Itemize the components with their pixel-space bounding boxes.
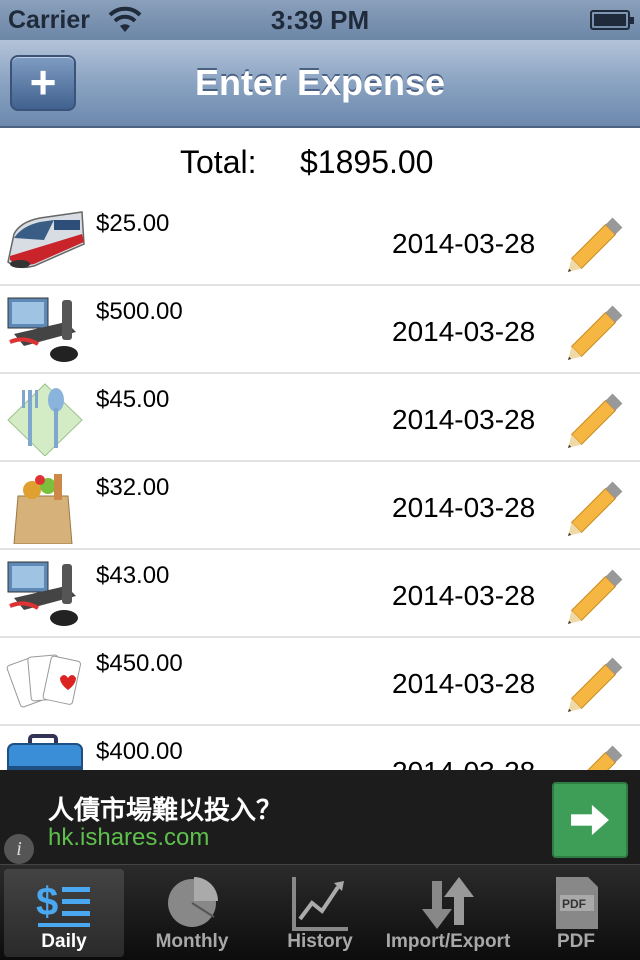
pencil-edit-icon[interactable]: [560, 558, 634, 632]
expense-date: 2014-03-28: [392, 404, 536, 435]
ad-headline[interactable]: 人債市場難以投入？: [48, 790, 282, 827]
pencil-edit-icon[interactable]: [560, 382, 634, 456]
tab-label: Monthly: [155, 931, 229, 952]
expense-row[interactable]: $500.00 2014-03-28: [0, 286, 640, 374]
tab-pdf[interactable]: PDF PDF: [516, 869, 636, 957]
expense-amount: $400.00: [96, 738, 183, 765]
pencil-edit-icon[interactable]: [560, 734, 634, 770]
train-icon: [7, 211, 85, 269]
expense-row[interactable]: $45.00 2014-03-28: [0, 374, 640, 462]
daily-dollar-icon: $: [36, 880, 90, 927]
expense-row[interactable]: $32.00 2014-03-28: [0, 462, 640, 550]
total-label: Total:: [180, 144, 257, 180]
ad-arrow-right-icon[interactable]: [552, 782, 628, 858]
tab-history[interactable]: History: [260, 869, 380, 957]
pencil-edit-icon[interactable]: [560, 470, 634, 544]
battery-icon: [590, 10, 634, 30]
expense-amount: $45.00: [96, 386, 170, 413]
navigation-bar: + Enter Expense: [0, 40, 640, 128]
expense-row[interactable]: $400.00 2014-03-28: [0, 726, 640, 770]
expense-amount: $43.00: [96, 562, 170, 589]
tab-label: History: [287, 931, 353, 952]
tab-monthly[interactable]: Monthly: [132, 869, 252, 957]
svg-text:$: $: [36, 880, 58, 924]
pdf-document-icon: PDF: [556, 877, 598, 929]
suitcase-icon: [7, 734, 83, 770]
svg-text:PDF: PDF: [562, 897, 586, 911]
expense-date: 2014-03-28: [392, 668, 536, 699]
pencil-edit-icon[interactable]: [560, 206, 634, 280]
line-chart-icon: [292, 877, 348, 931]
tab-label: Daily: [41, 931, 87, 952]
tab-label: PDF: [557, 931, 595, 952]
ad-banner[interactable]: 人債市場難以投入？ hk.ishares.com i: [0, 770, 640, 864]
total-summary: Total: $1895.00: [0, 128, 640, 198]
expense-amount: $450.00: [96, 650, 183, 677]
expense-row[interactable]: $450.00 2014-03-28: [0, 638, 640, 726]
clock-time: 3:39 PM: [270, 5, 370, 35]
dining-icon: [7, 383, 83, 456]
status-bar: Carrier 3:39 PM: [0, 0, 640, 40]
pencil-edit-icon[interactable]: [560, 646, 634, 720]
page-title: Enter Expense: [194, 62, 446, 103]
expense-amount: $25.00: [96, 210, 170, 237]
expense-date: 2014-03-28: [392, 492, 536, 523]
expense-date: 2014-03-28: [392, 756, 535, 770]
expense-row[interactable]: $43.00 2014-03-28: [0, 550, 640, 638]
pie-chart-icon: [168, 877, 218, 927]
tab-label: Import/Export: [385, 931, 511, 952]
playing-cards-icon: [6, 654, 81, 708]
expense-list[interactable]: $25.00 2014-03-28 $500.00 2014-03-28 $45…: [0, 198, 640, 770]
total-value: $1895.00: [300, 144, 434, 180]
electronics-icon: [7, 297, 78, 362]
pencil-edit-icon[interactable]: [560, 294, 634, 368]
tab-daily[interactable]: $ Daily: [4, 869, 124, 957]
ad-info-icon[interactable]: i: [4, 834, 34, 864]
import-export-arrows-icon: [422, 877, 474, 929]
expense-date: 2014-03-28: [392, 228, 536, 259]
expense-amount: $500.00: [96, 298, 183, 325]
expense-date: 2014-03-28: [392, 316, 536, 347]
ad-url-link[interactable]: hk.ishares.com: [48, 824, 209, 852]
tab-bar: $ Daily Monthly History Import/Export PD…: [0, 864, 640, 960]
electronics-icon: [7, 561, 78, 626]
expense-date: 2014-03-28: [392, 580, 536, 611]
groceries-icon: [13, 474, 73, 544]
expense-amount: $32.00: [96, 474, 170, 501]
tab-import-export[interactable]: Import/Export: [386, 869, 510, 957]
expense-row[interactable]: $25.00 2014-03-28: [0, 198, 640, 286]
